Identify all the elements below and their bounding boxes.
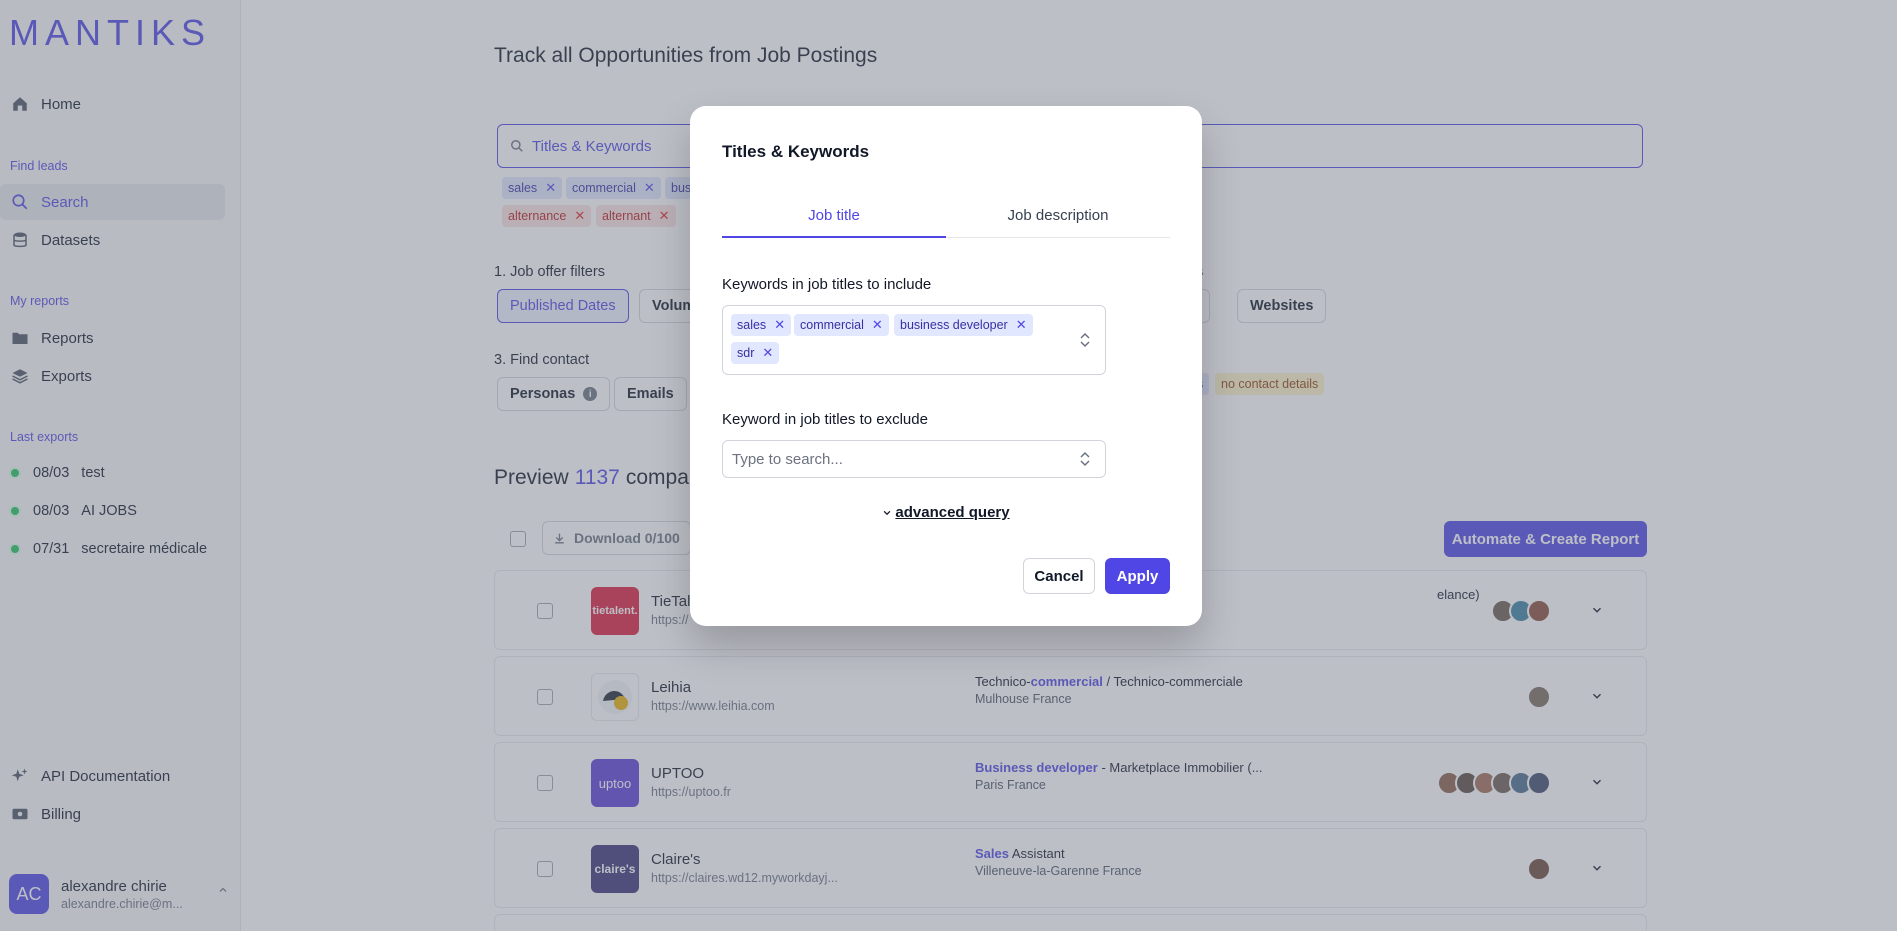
dialog-title: Titles & Keywords [722,142,870,161]
exclude-keywords-input[interactable] [723,441,1043,477]
exclude-keywords-label: Keyword in job titles to exclude [722,411,928,428]
keyword-tag[interactable]: sales ✕ [731,314,792,336]
keyword-tag[interactable]: business developer ✕ [894,314,1033,336]
close-icon[interactable]: ✕ [774,317,785,333]
close-icon[interactable]: ✕ [1016,317,1027,333]
apply-button[interactable]: Apply [1105,558,1170,594]
tab-bar: Job title Job description [722,194,1170,238]
chevron-up-down-icon[interactable] [1079,451,1091,467]
chevron-up-down-icon[interactable] [1079,332,1091,348]
exclude-keywords-field[interactable] [722,440,1106,478]
tab-job-title[interactable]: Job title [722,194,946,238]
close-icon[interactable]: ✕ [872,317,883,333]
close-icon[interactable]: ✕ [762,345,773,361]
tag-label: sdr [737,346,755,360]
keyword-tag[interactable]: sdr ✕ [731,342,780,364]
include-keywords-input[interactable]: sales ✕ commercial ✕ business developer ✕ s… [722,305,1106,375]
include-keywords-label: Keywords in job titles to include [722,276,932,293]
titles-keywords-dialog: Titles & Keywords Job title Job descript… [690,106,1202,626]
advanced-query-label: advanced query [895,504,1010,521]
tag-label: sales [737,318,767,332]
tag-label: commercial [800,318,864,332]
tab-job-description[interactable]: Job description [946,194,1170,237]
keyword-tag[interactable]: commercial ✕ [794,314,889,336]
cancel-button[interactable]: Cancel [1023,558,1095,594]
chevron-down-icon [882,505,892,522]
tag-label: business developer [900,318,1008,332]
advanced-query-toggle[interactable]: advanced query [690,504,1202,522]
